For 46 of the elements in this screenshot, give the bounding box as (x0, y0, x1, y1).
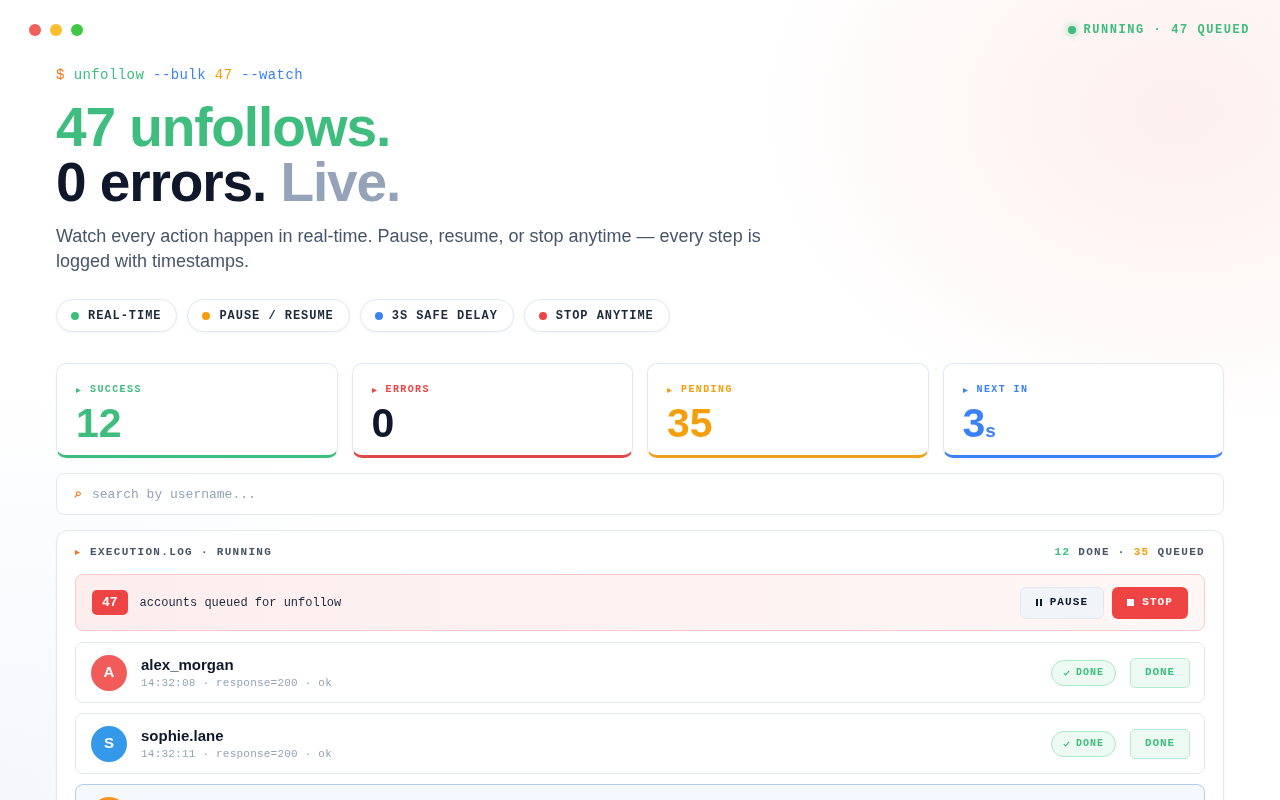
stat-label: ERRORS (385, 383, 430, 397)
chip-label: REAL-TIME (88, 307, 162, 325)
intro-text: Watch every action happen in real-time. Pause, resume, or stop anytime — every step is logged with timestamps. (56, 225, 762, 273)
search-field[interactable]: search by username... (56, 473, 1224, 515)
close-icon[interactable] (29, 23, 41, 36)
pause-icon (1035, 599, 1042, 606)
username: sophie.lane (141, 726, 225, 745)
command-line: $ unfollow --bulk 47 --watch (56, 66, 304, 85)
username: alex_morgan (141, 655, 235, 674)
status-text: DONE (1076, 666, 1105, 680)
log-meta: 14:32:11 · response=200 · ok (141, 746, 332, 761)
done-button[interactable]: DONE (1130, 728, 1190, 759)
check-icon (1063, 740, 1071, 747)
triangle-icon (75, 549, 80, 555)
chip-label: 3S SAFE DELAY (391, 307, 498, 325)
stat-value: 35 (667, 403, 713, 444)
minimize-icon[interactable] (50, 23, 62, 36)
headline: 47 unfollows. 0 errors. Live. (56, 100, 401, 210)
log-summary: 12 DONE · 35 QUEUED (1054, 544, 1205, 560)
stat-label: PENDING (681, 383, 733, 397)
avatar: S (91, 725, 127, 762)
status-label: RUNNING · 47 QUEUED (1083, 21, 1250, 39)
triangle-icon (76, 387, 81, 393)
maximize-icon[interactable] (71, 23, 83, 36)
banner-text: accounts queued for unfollow (139, 594, 342, 612)
search-icon (74, 491, 81, 498)
triangle-icon (371, 387, 377, 393)
stat-label: SUCCESS (90, 383, 142, 397)
chip-label: STOP ANYTIME (555, 307, 654, 325)
triangle-icon (667, 387, 672, 393)
stop-button[interactable]: STOP (1112, 586, 1188, 619)
stat-value: 3s (962, 403, 996, 448)
log-title: EXECUTION.LOG · RUNNING (90, 544, 273, 560)
chip-label: PAUSE / RESUME (219, 307, 334, 325)
avatar: A (91, 654, 127, 691)
stop-icon (1127, 599, 1135, 606)
pause-button[interactable]: PAUSE (1019, 586, 1105, 619)
log-meta: 14:32:08 · response=200 · ok (141, 675, 332, 690)
status-text: DONE (1076, 737, 1105, 751)
triangle-icon (962, 387, 968, 393)
stat-value: 12 (76, 403, 122, 444)
stat-label: NEXT IN (976, 383, 1029, 397)
stat-value: 0 (371, 403, 395, 444)
check-icon (1063, 669, 1071, 676)
count-badge: 47 (92, 590, 128, 615)
done-button[interactable]: DONE (1130, 657, 1190, 688)
